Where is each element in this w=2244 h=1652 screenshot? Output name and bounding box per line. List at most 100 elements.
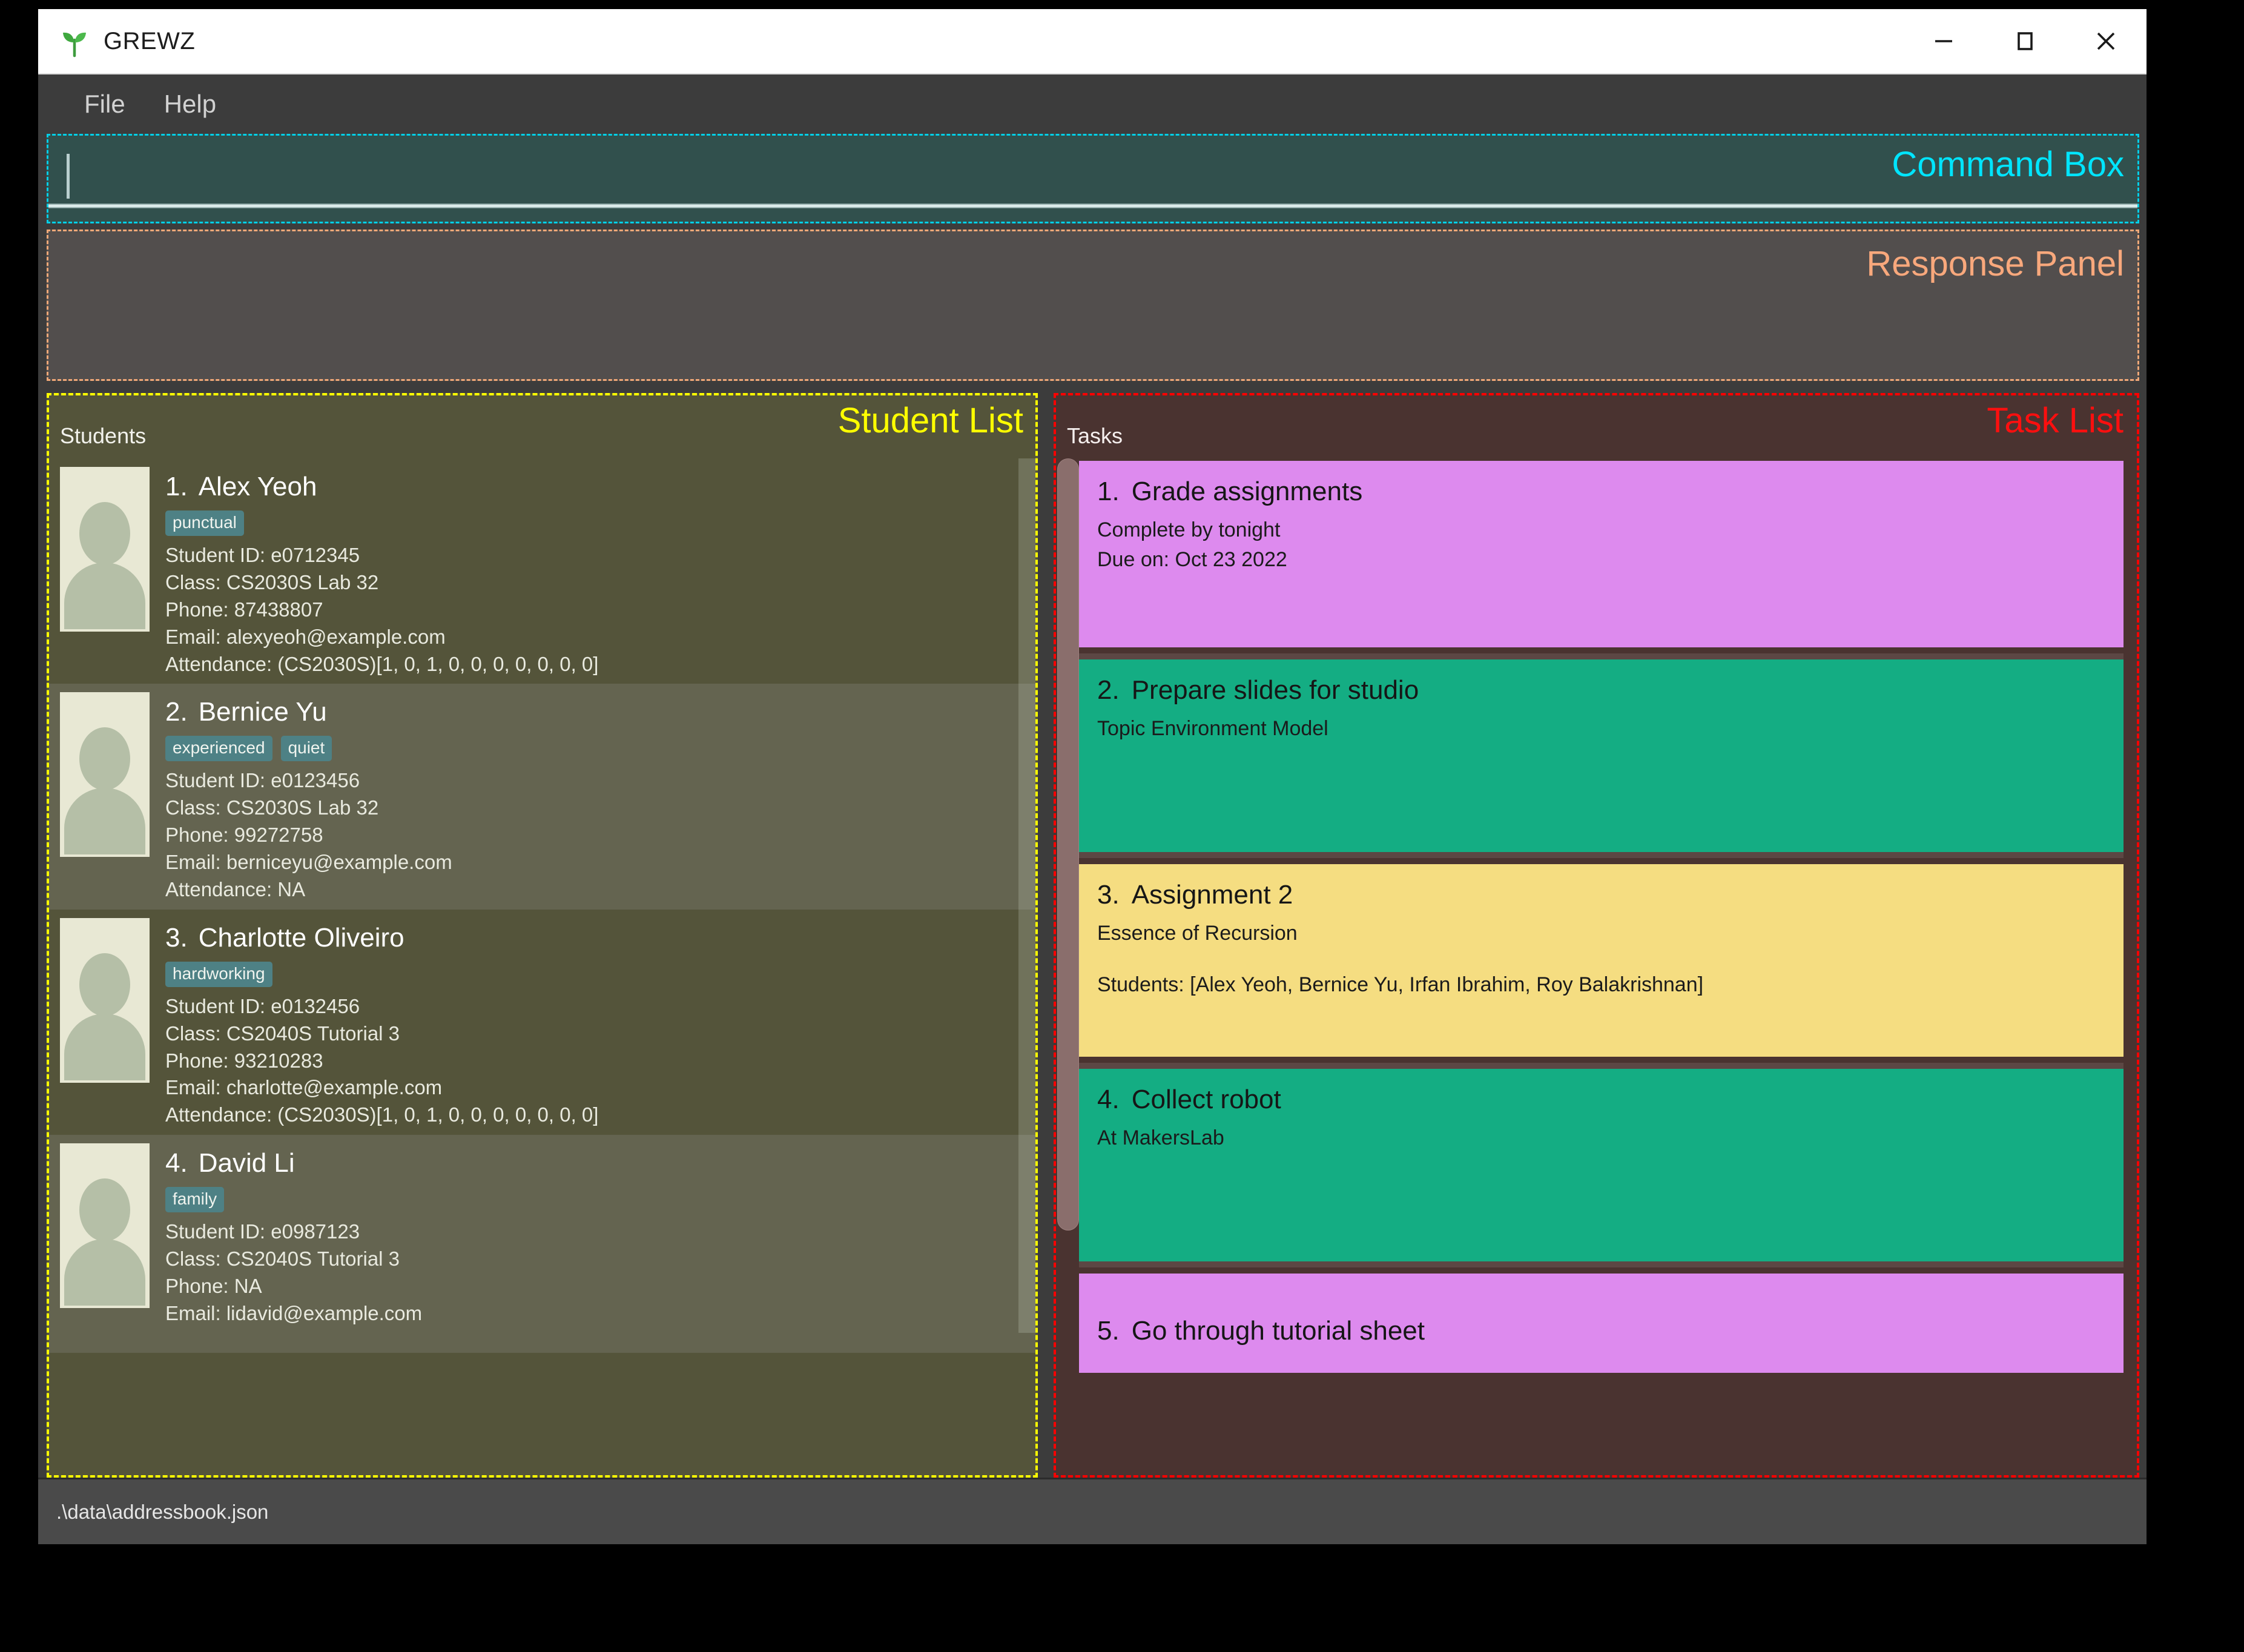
student-list-item[interactable]: 2. Bernice Yu experienced quiet Student I… [49, 684, 1035, 910]
maximize-button[interactable] [1984, 8, 2065, 74]
task-detail: Topic Environment Model [1097, 717, 1328, 740]
student-tags: hardworking [165, 961, 1035, 987]
task-title: Go through tutorial sheet [1131, 1316, 1425, 1346]
student-attendance: Attendance: (CS2030S)[1, 0, 1, 0, 0, 0, … [165, 1103, 599, 1126]
tag-chip: quiet [280, 736, 332, 762]
task-detail: Complete by tonight [1097, 518, 1281, 541]
command-input[interactable] [48, 136, 2137, 222]
task-list-item[interactable]: 2. Prepare slides for studio Topic Enviro… [1079, 653, 2124, 858]
tag-chip: experienced [165, 736, 272, 762]
menu-item-file[interactable]: File [84, 90, 125, 119]
task-due-date: Due on: Oct 23 2022 [1097, 548, 1287, 572]
app-window: GREWZ File Help Command Box Response Pan… [38, 9, 2147, 1544]
student-id: Student ID: e0712345 [165, 544, 360, 566]
student-list-item[interactable]: 4. David Li family Student ID: e0987123 C… [49, 1135, 1035, 1353]
student-email: Email: alexyeoh@example.com [165, 625, 446, 648]
student-class: Class: CS2040S Tutorial 3 [165, 1022, 400, 1045]
student-id: Student ID: e0123456 [165, 769, 360, 792]
student-name-row: 1. Alex Yeoh [165, 472, 1035, 502]
student-info: 1. Alex Yeoh punctual Student ID: e071234… [150, 463, 1035, 678]
task-list-item[interactable]: 5. Go through tutorial sheet [1079, 1267, 2124, 1379]
task-title: Assignment 2 [1131, 880, 1293, 910]
scrollbar-thumb[interactable] [1057, 458, 1079, 1231]
task-list-item[interactable]: 1. Grade assignments Complete by tonight … [1079, 455, 2124, 653]
task-index: 5. [1097, 1316, 1120, 1346]
app-title: GREWZ [104, 27, 196, 55]
student-info: 2. Bernice Yu experienced quiet Student I… [150, 689, 1035, 903]
student-attendance: Attendance: (CS2030S)[1, 0, 1, 0, 0, 0, … [165, 652, 599, 675]
student-email: Email: berniceyu@example.com [165, 851, 452, 873]
student-phone: Phone: 87438807 [165, 598, 323, 621]
student-name-row: 4. David Li [165, 1148, 1035, 1178]
task-detail: At MakersLab [1097, 1126, 1224, 1149]
student-list-panel: Student List Students 1. Alex Yeoh punctu… [47, 393, 1038, 1478]
student-list-scrollbar[interactable] [1018, 458, 1035, 1475]
student-info: 4. David Li family Student ID: e0987123 C… [150, 1140, 1035, 1327]
student-attendance: Attendance: NA [165, 877, 306, 900]
task-card[interactable]: 5. Go through tutorial sheet [1079, 1274, 2124, 1373]
avatar [60, 1143, 150, 1309]
student-name-row: 3. Charlotte Oliveiro [165, 923, 1035, 953]
task-list-heading: Tasks [1067, 423, 1123, 448]
command-box[interactable]: Command Box [47, 134, 2139, 223]
response-panel-label: Response Panel [1866, 244, 2124, 283]
student-index: 3. [165, 922, 188, 953]
tag-chip: punctual [165, 510, 244, 536]
status-bar: .\data\addressbook.json [38, 1478, 2147, 1544]
student-tags: experienced quiet [165, 736, 1035, 762]
task-card[interactable]: 3. Assignment 2 Essence of Recursion Stud… [1079, 864, 2124, 1057]
student-info: 3. Charlotte Oliveiro hardworking Student… [150, 914, 1035, 1129]
task-list-item[interactable]: 4. Collect robot At MakersLab [1079, 1063, 2124, 1267]
student-name: Charlotte Oliveiro [198, 922, 404, 953]
student-id: Student ID: e0132456 [165, 994, 360, 1017]
student-list-item[interactable]: 1. Alex Yeoh punctual Student ID: e071234… [49, 458, 1035, 684]
student-phone: Phone: 99272758 [165, 824, 323, 847]
student-name: Bernice Yu [198, 697, 327, 727]
task-title-row: 3. Assignment 2 [1097, 880, 2105, 910]
task-index: 1. [1097, 477, 1120, 506]
task-title-row: 5. Go through tutorial sheet [1097, 1316, 2105, 1346]
student-list-scroll-area: 1. Alex Yeoh punctual Student ID: e071234… [49, 458, 1035, 1475]
task-title-row: 1. Grade assignments [1097, 477, 2105, 507]
student-index: 4. [165, 1148, 188, 1178]
task-title-row: 4. Collect robot [1097, 1085, 2105, 1115]
student-class: Class: CS2040S Tutorial 3 [165, 1247, 400, 1270]
status-bar-path: .\data\addressbook.json [56, 1500, 269, 1523]
task-index: 3. [1097, 880, 1120, 910]
task-students: Students: [Alex Yeoh, Bernice Yu, Irfan … [1097, 973, 1704, 997]
title-bar-left: GREWZ [38, 24, 1903, 58]
minimize-button[interactable] [1903, 8, 1984, 74]
student-email: Email: lidavid@example.com [165, 1301, 423, 1324]
scrollbar-thumb[interactable] [1018, 458, 1035, 1333]
student-id: Student ID: e0987123 [165, 1220, 360, 1243]
student-phone: Phone: NA [165, 1274, 262, 1297]
task-index: 2. [1097, 675, 1120, 705]
student-name: David Li [198, 1148, 295, 1178]
student-list-item[interactable]: 3. Charlotte Oliveiro hardworking Student… [49, 909, 1035, 1135]
close-button[interactable] [2065, 8, 2147, 74]
menu-item-help[interactable]: Help [164, 90, 216, 119]
task-card[interactable]: 2. Prepare slides for studio Topic Enviro… [1079, 659, 2124, 852]
task-card[interactable]: 1. Grade assignments Complete by tonight … [1079, 461, 2124, 647]
task-list-item[interactable]: 3. Assignment 2 Essence of Recursion Stud… [1079, 858, 2124, 1063]
task-title: Collect robot [1131, 1085, 1281, 1114]
avatar [60, 467, 150, 632]
student-name: Alex Yeoh [198, 472, 317, 501]
student-tags: family [165, 1187, 1035, 1213]
main-content-split: Student List Students 1. Alex Yeoh punctu… [47, 393, 2139, 1478]
student-index: 1. [165, 472, 188, 501]
maximize-icon [2011, 27, 2039, 55]
task-detail: Essence of Recursion [1097, 922, 1298, 945]
student-class: Class: CS2030S Lab 32 [165, 796, 379, 819]
task-card[interactable]: 4. Collect robot At MakersLab [1079, 1069, 2124, 1261]
student-class: Class: CS2030S Lab 32 [165, 570, 379, 593]
student-name-row: 2. Bernice Yu [165, 697, 1035, 727]
minimize-icon [1930, 27, 1958, 55]
close-icon [2092, 27, 2120, 55]
student-email: Email: charlotte@example.com [165, 1076, 443, 1099]
task-list-scrollbar[interactable] [1057, 458, 1079, 1475]
task-title: Grade assignments [1131, 477, 1363, 506]
tag-chip: hardworking [165, 961, 272, 987]
task-title: Prepare slides for studio [1131, 675, 1419, 705]
tag-chip: family [165, 1187, 225, 1213]
